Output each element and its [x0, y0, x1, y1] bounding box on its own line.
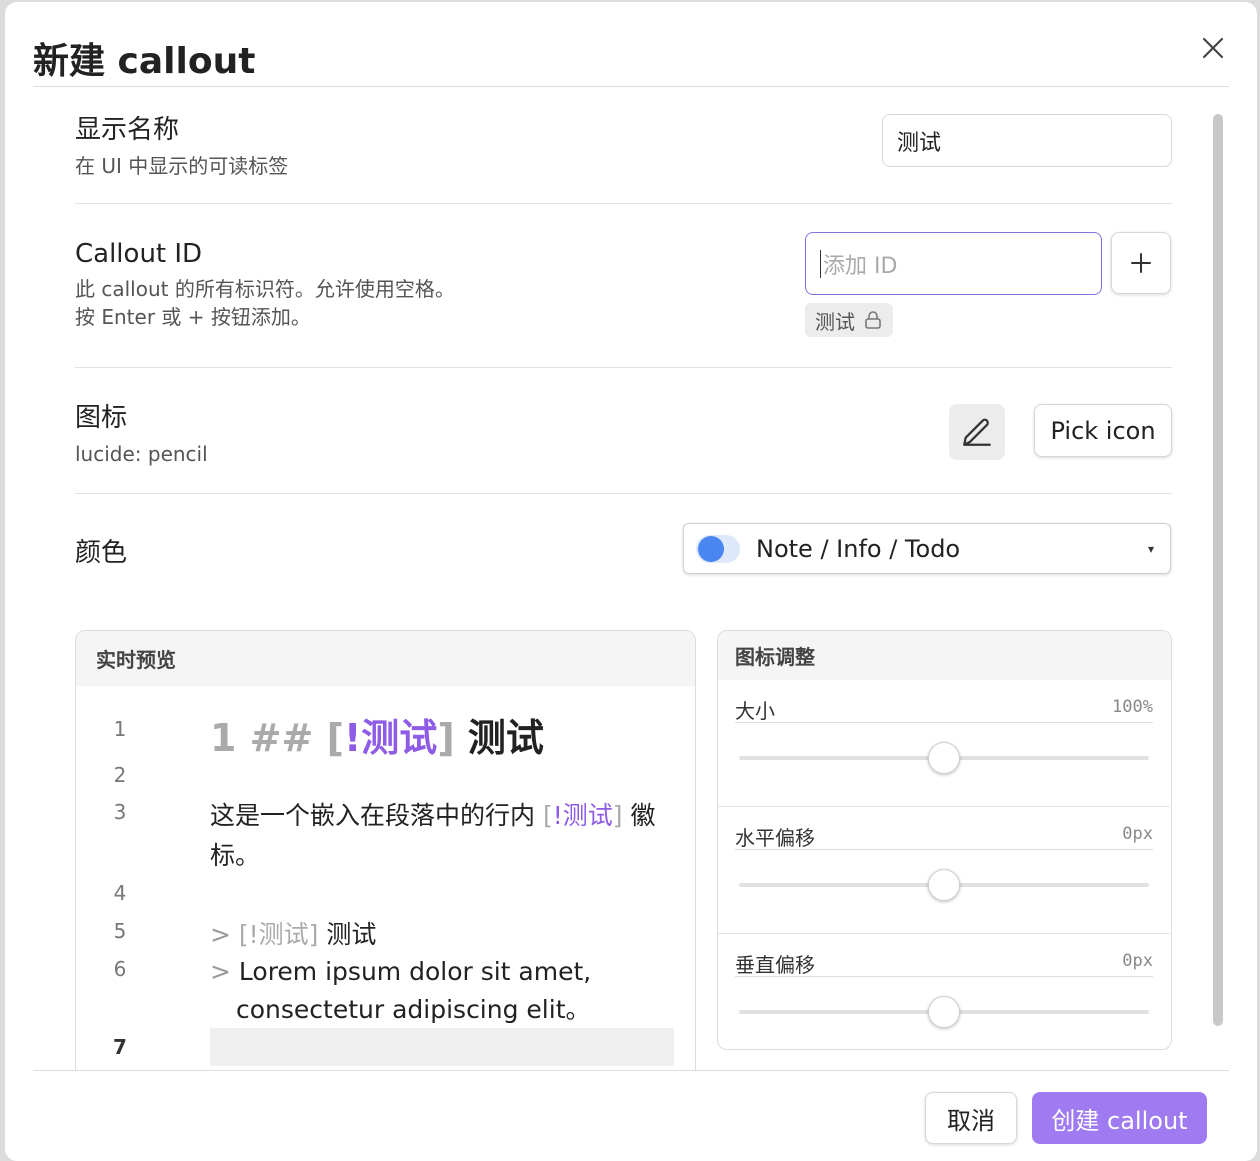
quote-marker: > [210, 957, 231, 986]
line-number: 1 [113, 717, 127, 741]
description-line: 按 Enter 或 + 按钮添加。 [75, 305, 311, 329]
bracket: ] [437, 716, 455, 760]
divider [75, 203, 1172, 204]
preview-line: 5 > [!测试] 测试 [76, 915, 695, 951]
icon-preview [949, 404, 1005, 460]
adjust-label: 垂直偏移 [735, 953, 815, 977]
quote-text: 测试 [318, 920, 377, 949]
scrollbar[interactable] [1213, 114, 1223, 1026]
chevron-down-icon: ▾ [1147, 541, 1154, 556]
preview-line: 1 1 ## [!测试] 测试 [76, 691, 695, 760]
adjust-underline [735, 722, 1153, 723]
create-callout-button[interactable]: 创建 callout [1032, 1092, 1207, 1144]
adjust-row: 垂直偏移 0px [718, 934, 1170, 1049]
slider-thumb[interactable] [928, 869, 960, 901]
callout-id-input[interactable]: 添加 ID [805, 232, 1102, 295]
footer-divider [33, 1070, 1229, 1071]
callout-tag: !测试 [552, 801, 613, 830]
callout-id-placeholder: 添加 ID [823, 253, 898, 279]
paragraph-text: 这是一个嵌入在段落中的行内 [210, 801, 543, 830]
heading-marker: 1 ## [210, 716, 327, 760]
adjust-label: 大小 [735, 699, 775, 723]
callout-id-tag[interactable]: 测试 [805, 303, 893, 337]
cancel-button[interactable]: 取消 [925, 1092, 1017, 1144]
pencil-icon [963, 418, 991, 446]
icon-adjust-title: 图标调整 [718, 631, 1171, 680]
adjust-underline [735, 976, 1153, 977]
display-name-input[interactable]: 测试 [882, 114, 1172, 167]
callout-tag: !测试 [343, 716, 438, 760]
setting-icon: 图标 lucide: pencil [75, 397, 1172, 468]
line-content: 这是一个嵌入在段落中的行内 [!测试] 徽标。 [210, 796, 655, 876]
divider [75, 367, 1172, 368]
setting-description: lucide: pencil [75, 442, 208, 466]
close-button[interactable] [1197, 32, 1229, 64]
text-caret [820, 249, 821, 278]
callout-tag: [!测试] [238, 920, 319, 949]
heading-text: 测试 [454, 716, 544, 760]
divider [75, 493, 1172, 494]
line-number: 5 [113, 919, 127, 943]
pick-icon-button[interactable]: Pick icon [1034, 404, 1172, 457]
line-number: 6 [113, 957, 127, 981]
preview-line: 7 [76, 1033, 695, 1067]
color-swatch [696, 534, 740, 563]
bracket: [ [542, 801, 553, 830]
preview-line: 3 这是一个嵌入在段落中的行内 [!测试] 徽标。 [76, 796, 695, 876]
line-number: 7 [113, 1035, 127, 1059]
line-number: 2 [113, 763, 127, 787]
line-content: > Lorem ipsum dolor sit amet, consectetur… [210, 953, 591, 1029]
dialog-content[interactable]: 显示名称 在 UI 中显示的可读标签 测试 Callout ID 此 callo… [5, 87, 1237, 1070]
quote-text: consectetur adipiscing elit。 [236, 995, 591, 1024]
line-number: 4 [113, 881, 127, 905]
adjust-row: 大小 100% [718, 680, 1170, 807]
icon-adjust-panel: 图标调整 大小 100% 水平偏移 0px 垂直偏移 0px [717, 630, 1172, 1050]
quote-text: Lorem ipsum dolor sit amet, [238, 957, 592, 986]
tag-label: 测试 [815, 309, 855, 334]
live-preview-panel: 实时预览 1 1 ## [!测试] 测试 2 3 这是一个嵌入在段落中的行内 [… [75, 630, 696, 1070]
bracket: [ [326, 716, 344, 760]
live-preview-title: 实时预览 [76, 631, 695, 686]
paragraph-text: 徽 [622, 801, 656, 830]
quote-marker: > [210, 920, 231, 949]
adjust-label: 水平偏移 [735, 826, 815, 850]
line-number: 3 [113, 800, 127, 824]
adjust-row: 水平偏移 0px [718, 807, 1170, 934]
slider-thumb[interactable] [928, 996, 960, 1028]
add-id-button[interactable] [1111, 232, 1171, 294]
preview-line: 4 [76, 877, 695, 907]
lock-icon [865, 311, 881, 329]
new-callout-dialog: 新建 callout 显示名称 在 UI 中显示的可读标签 测试 Callout… [5, 2, 1257, 1161]
close-icon [1202, 37, 1224, 59]
dialog-title: 新建 callout [33, 41, 256, 82]
adjust-value: 0px [1122, 951, 1153, 971]
adjust-underline [735, 849, 1153, 850]
preview-line: 6 > Lorem ipsum dolor sit amet, consectet… [76, 953, 695, 1031]
line-content: > [!测试] 测试 [210, 915, 376, 951]
bracket: ] [612, 801, 623, 830]
slider-thumb[interactable] [928, 742, 960, 774]
line-content: 1 ## [!测试] 测试 [210, 707, 544, 762]
color-select[interactable]: Note / Info / Todo ▾ [683, 523, 1171, 574]
preview-line: 2 [76, 759, 695, 789]
adjust-value: 0px [1122, 824, 1153, 844]
plus-icon [1131, 253, 1151, 273]
setting-label: 图标 [75, 403, 128, 433]
color-select-value: Note / Info / Todo [756, 534, 961, 563]
paragraph-text: 标。 [210, 841, 261, 870]
adjust-value: 100% [1112, 697, 1153, 717]
